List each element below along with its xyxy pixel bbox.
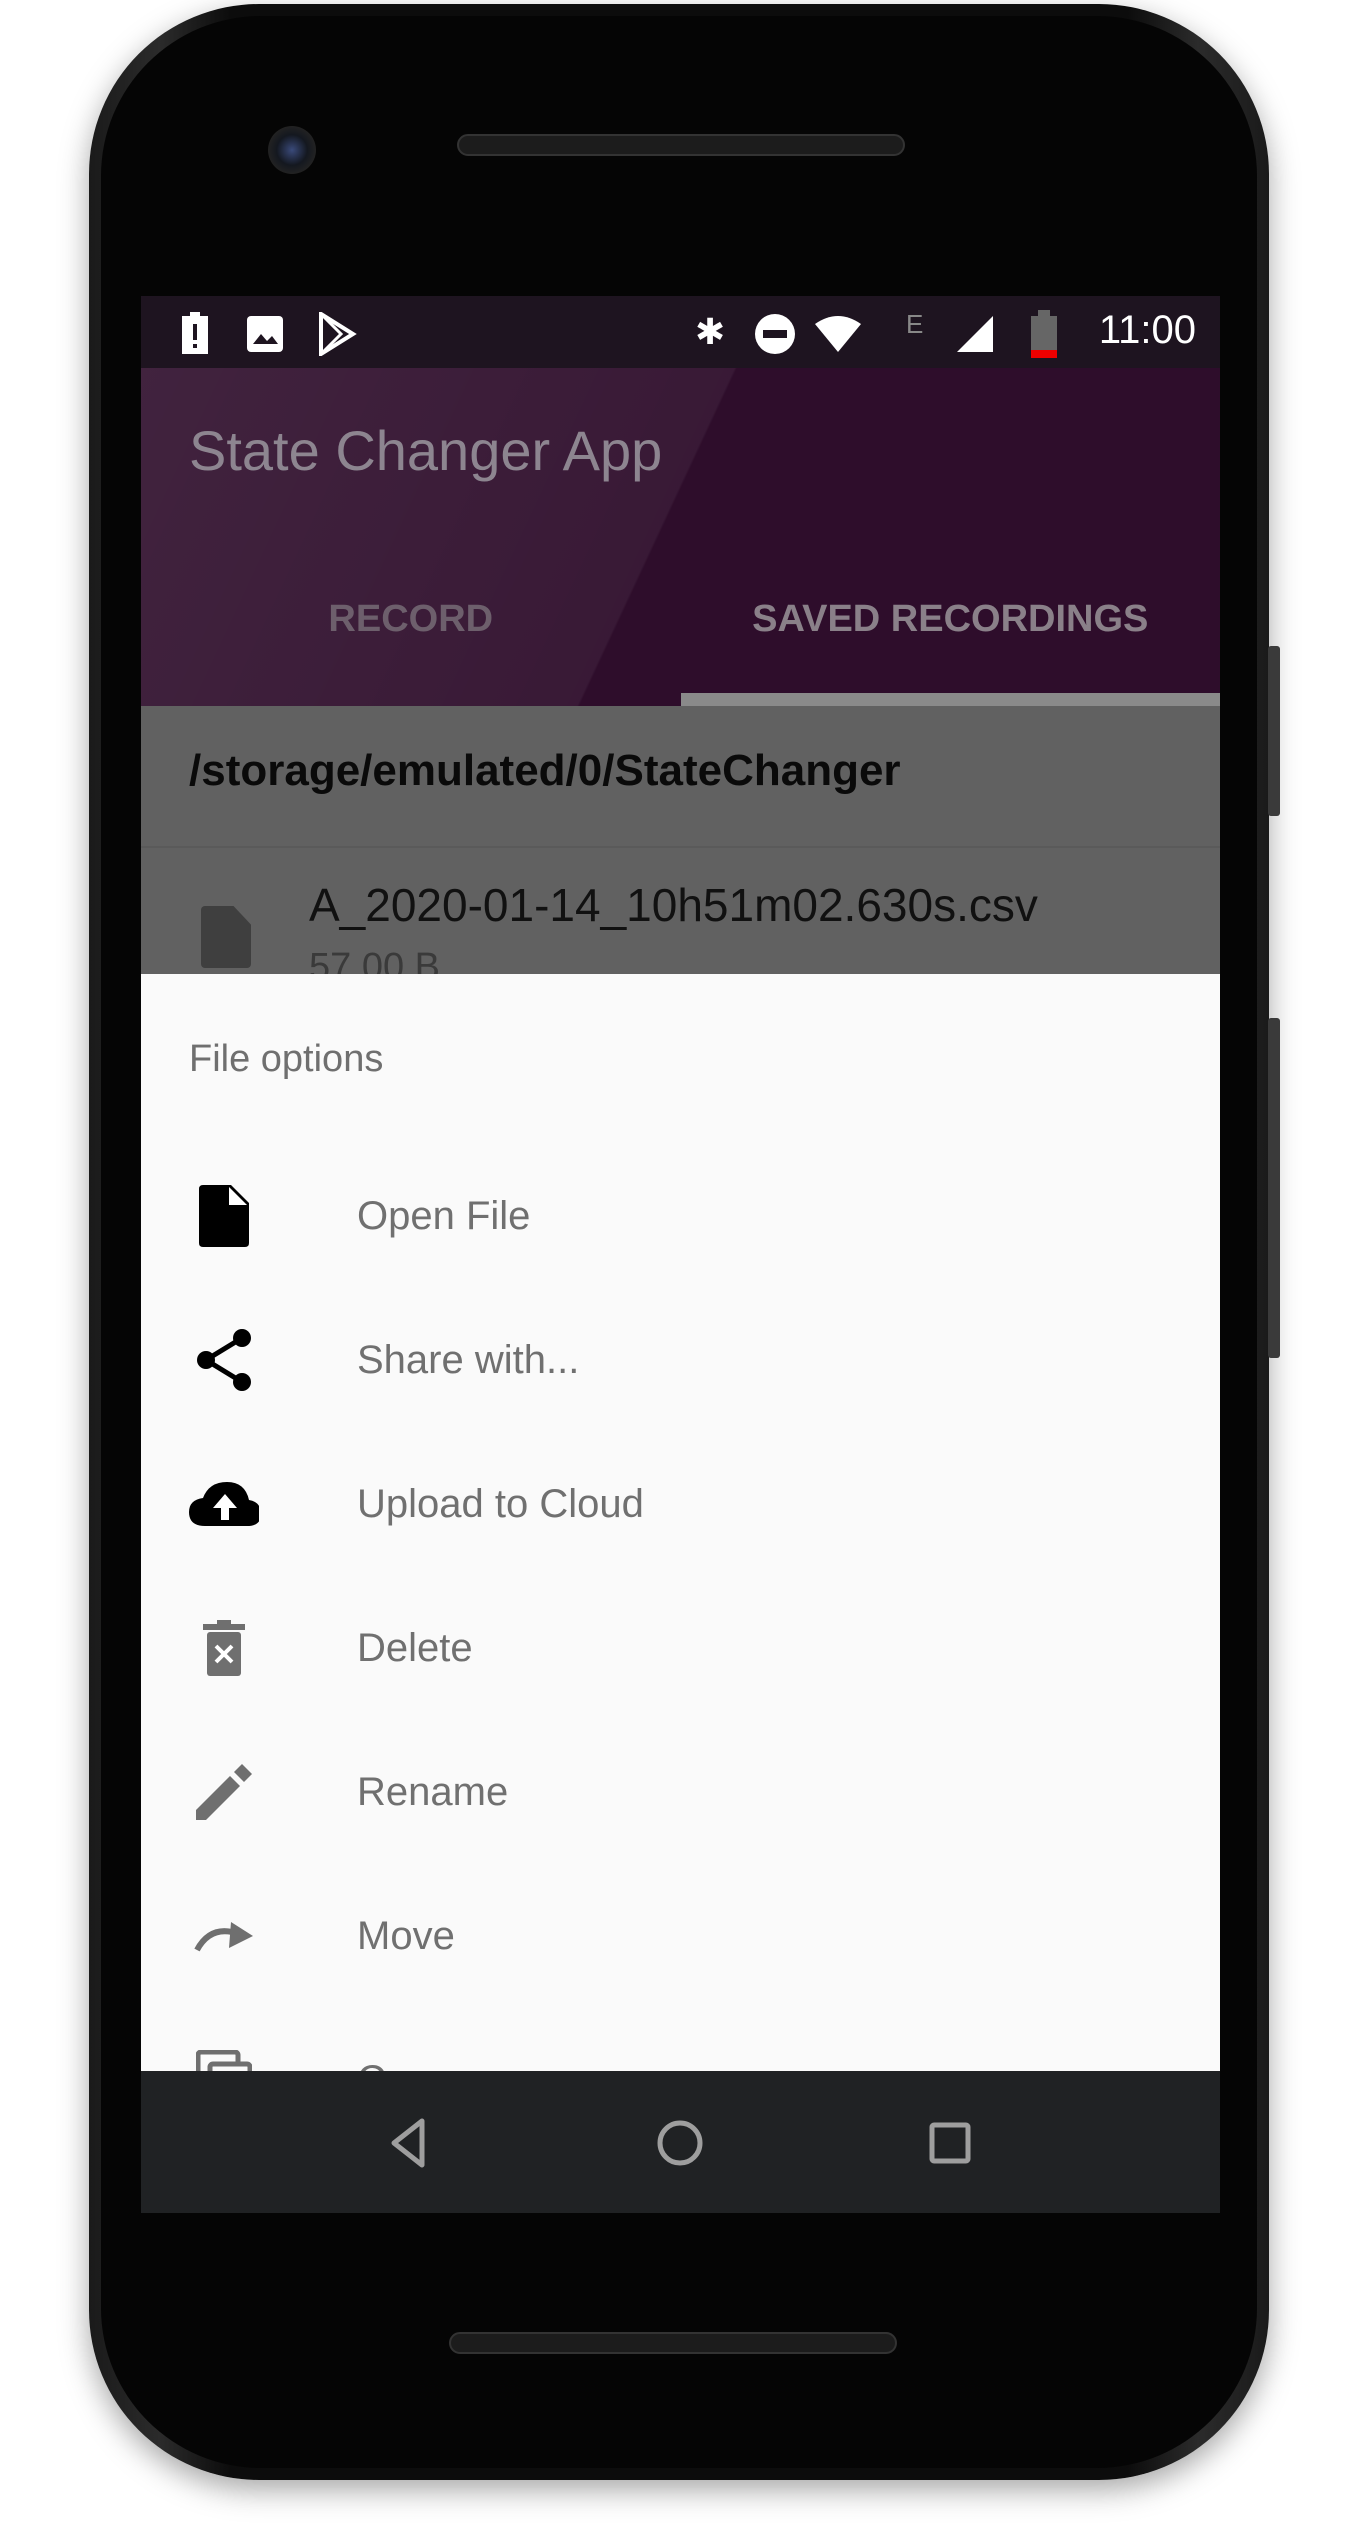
menu-item-label: Move	[357, 1914, 455, 1958]
menu-item-label: Copy	[357, 2058, 450, 2071]
menu-item-copy[interactable]: Copy	[141, 2008, 1220, 2071]
tab-record[interactable]: RECORD	[141, 598, 681, 641]
copy-icon	[189, 2050, 259, 2071]
front-camera	[268, 126, 316, 174]
file-name: A_2020-01-14_10h51m02.630s.csv	[309, 879, 1038, 931]
top-speaker	[457, 134, 905, 156]
file-icon	[189, 1185, 259, 1247]
share-icon	[189, 1329, 259, 1391]
divider	[141, 846, 1220, 848]
do-not-disturb-icon	[755, 314, 795, 354]
tab-indicator	[681, 693, 1220, 706]
menu-item-label: Upload to Cloud	[357, 1482, 644, 1526]
menu-item-rename[interactable]: Rename	[141, 1720, 1220, 1864]
file-icon	[201, 906, 251, 968]
menu-item-label: Rename	[357, 1770, 509, 1814]
power-button	[1268, 646, 1280, 816]
move-arrow-icon	[189, 1906, 259, 1966]
screen: ✱ E 11:00 State Changer App RECORD SAVED…	[141, 296, 1220, 2213]
back-icon[interactable]	[380, 2113, 440, 2173]
menu-item-share[interactable]: Share with...	[141, 1288, 1220, 1432]
wifi-icon	[815, 316, 861, 352]
play-store-icon	[319, 312, 357, 356]
file-browser: /storage/emulated/0/StateChanger A_2020-…	[141, 706, 1220, 988]
clock: 11:00	[1098, 308, 1196, 352]
menu-item-delete[interactable]: Delete	[141, 1576, 1220, 1720]
bottom-speaker	[449, 2332, 897, 2354]
signal-icon	[957, 316, 993, 352]
sheet-title: File options	[189, 1038, 384, 1080]
network-type: E	[906, 309, 924, 339]
menu-item-label: Share with...	[357, 1338, 580, 1382]
status-bar: ✱ E 11:00	[141, 296, 1220, 368]
pencil-icon	[189, 1762, 259, 1822]
menu-item-label: Delete	[357, 1626, 473, 1670]
alert-icon	[182, 312, 208, 354]
file-options-sheet: File options Open File Share with... Upl…	[141, 974, 1220, 2071]
menu-item-open-file[interactable]: Open File	[141, 1144, 1220, 1288]
home-icon[interactable]	[650, 2113, 710, 2173]
app-title: State Changer App	[189, 419, 663, 482]
volume-button	[1268, 1018, 1280, 1358]
tab-saved-recordings[interactable]: SAVED RECORDINGS	[681, 598, 1221, 641]
bluetooth-icon: ✱	[695, 311, 726, 352]
image-icon	[247, 316, 283, 352]
battery-icon	[1031, 310, 1057, 358]
delete-icon	[189, 1618, 259, 1678]
menu-item-move[interactable]: Move	[141, 1864, 1220, 2008]
recents-icon[interactable]	[920, 2113, 980, 2173]
menu-item-upload[interactable]: Upload to Cloud	[141, 1432, 1220, 1576]
menu-item-label: Open File	[357, 1194, 531, 1238]
current-path: /storage/emulated/0/StateChanger	[189, 746, 901, 795]
app-bar: State Changer App RECORD SAVED RECORDING…	[141, 368, 1220, 706]
navigation-bar	[141, 2071, 1220, 2213]
cloud-upload-icon	[189, 1474, 259, 1534]
